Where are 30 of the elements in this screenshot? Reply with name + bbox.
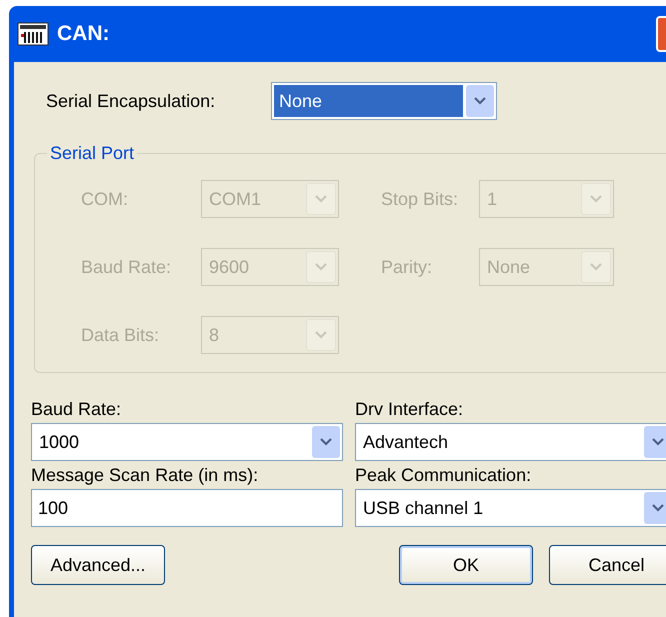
caret-icon (644, 492, 666, 524)
dialog-button[interactable]: Cancel (549, 545, 666, 585)
field-label: Serial Encapsulation: (46, 90, 216, 112)
group-title: Serial Port (49, 143, 136, 164)
dropdown[interactable]: None (271, 82, 497, 120)
field-label: COM: (81, 188, 129, 210)
device-icon (17, 22, 49, 46)
field-label: Peak Communication: (355, 465, 532, 486)
caret-icon (312, 426, 340, 458)
caret-icon (306, 251, 336, 283)
field-label: Parity: (381, 256, 434, 278)
caret-icon (306, 183, 336, 215)
field-label: Drv Interface: (355, 399, 464, 420)
input-field[interactable]: 100 (31, 489, 343, 527)
field-label: Data Bits: (81, 324, 160, 346)
caret-icon (644, 426, 666, 458)
dialog-button[interactable]: OK (399, 545, 533, 585)
dialog-button[interactable]: Advanced... (31, 545, 165, 585)
field-label: Message Scan Rate (in ms): (31, 465, 260, 486)
caret-icon (581, 251, 611, 283)
dropdown[interactable]: 1000 (31, 423, 343, 461)
caret-icon (306, 319, 336, 351)
window-title: CAN: (57, 22, 110, 46)
caret-icon (466, 85, 494, 117)
field-label: Baud Rate: (31, 399, 122, 420)
dropdown[interactable]: USB channel 1 (355, 489, 666, 527)
caret-icon (581, 183, 611, 215)
field-label: Baud Rate: (81, 256, 172, 278)
field-label: Stop Bits: (381, 188, 460, 210)
dropdown[interactable]: Advantech (355, 423, 666, 461)
